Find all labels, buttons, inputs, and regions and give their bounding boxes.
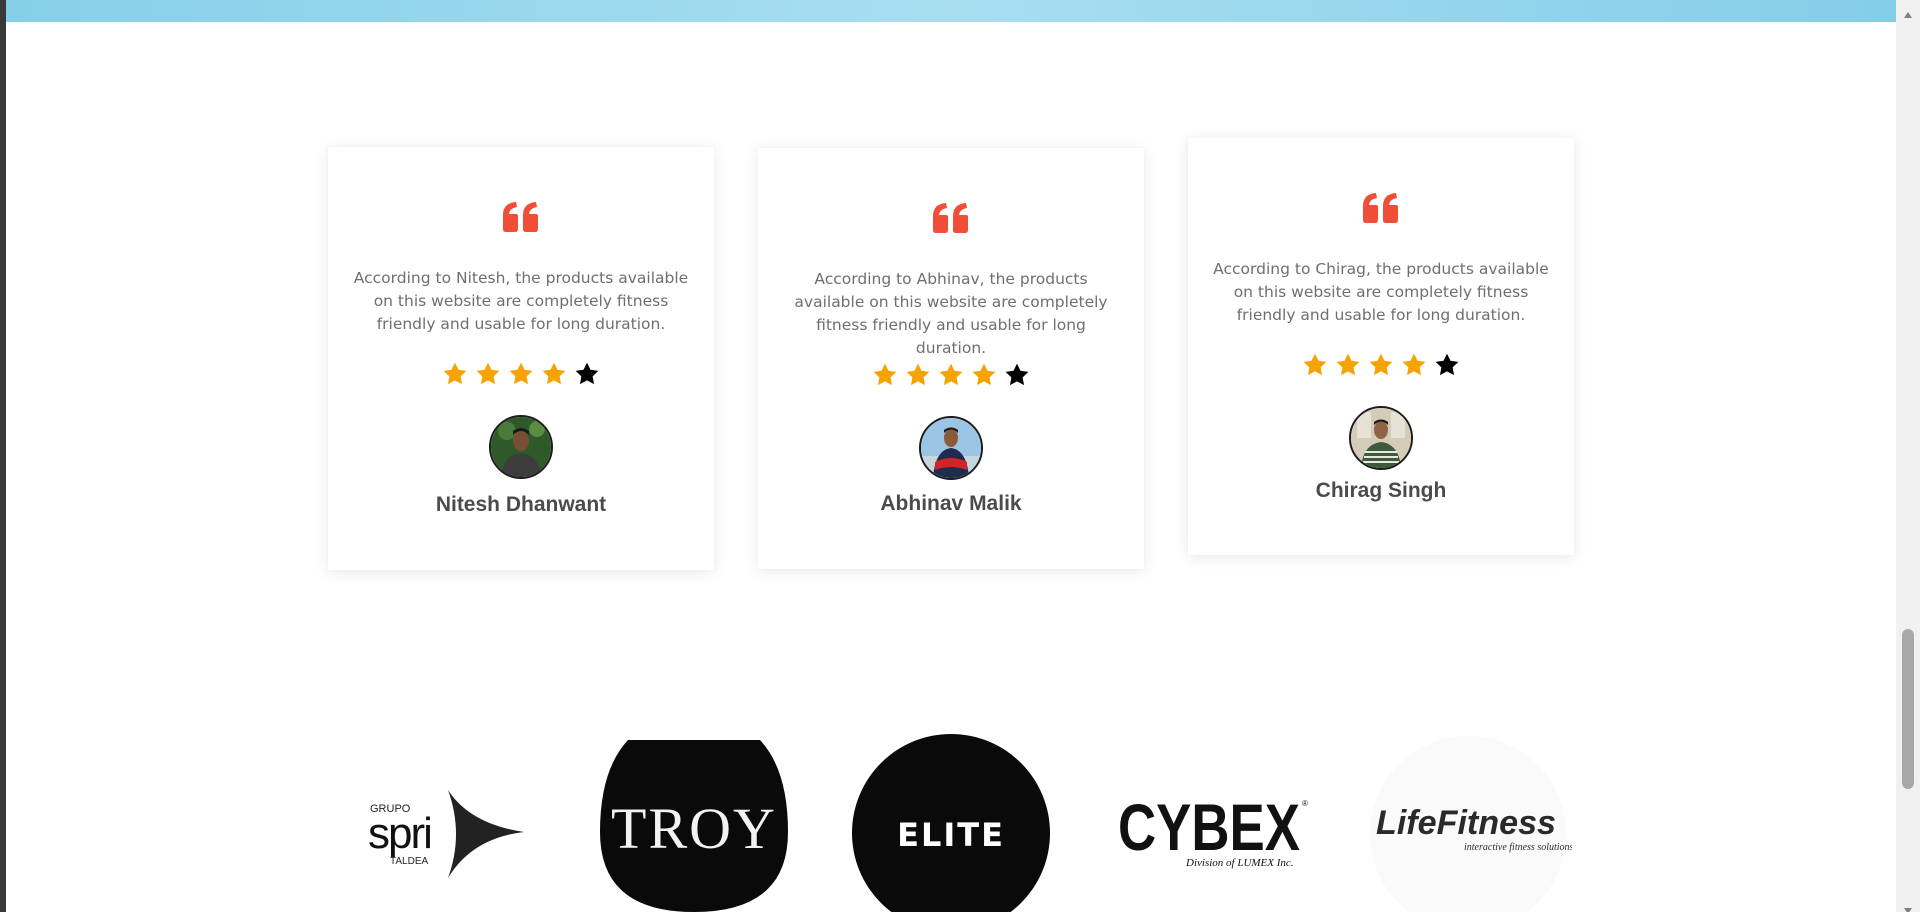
quote-icon (328, 201, 714, 235)
svg-text:interactive fitness solutions: interactive fitness solutions (1464, 842, 1572, 853)
star-empty-icon (1004, 362, 1030, 388)
reviewer-name: Chirag Singh (1315, 479, 1447, 502)
testimonial-card: According to Chirag, the products availa… (1188, 138, 1574, 555)
star-icon (872, 362, 898, 388)
lifefitness-logo: LifeFitness interactive fitness solution… (1364, 736, 1572, 912)
star-icon (1401, 352, 1427, 378)
avatar (489, 415, 553, 479)
star-icon (442, 361, 468, 387)
reviewer-name: Abhinav Malik (880, 492, 1022, 515)
reviewer-name: Nitesh Dhanwant (435, 493, 607, 516)
elite-logo: ELITE (852, 734, 1050, 912)
top-band (6, 0, 1896, 22)
svg-text:LifeFitness: LifeFitness (1376, 804, 1556, 842)
cybex-logo: CYBEX ® Division of LUMEX Inc. (1116, 796, 1312, 872)
vertical-scrollbar[interactable] (1896, 0, 1920, 912)
rating-stars (1188, 352, 1574, 378)
star-icon (508, 361, 534, 387)
page: According to Nitesh, the products availa… (6, 0, 1896, 912)
svg-text:ELITE: ELITE (897, 816, 1005, 854)
spri-logo: GRUPO spri TALDEA (360, 784, 540, 884)
star-empty-icon (574, 361, 600, 387)
svg-text:spri: spri (368, 809, 431, 858)
scrollbar-thumb[interactable] (1902, 629, 1914, 789)
svg-text:CYBEX: CYBEX (1118, 796, 1300, 864)
testimonial-card: According to Nitesh, the products availa… (328, 147, 714, 570)
svg-text:Division of LUMEX Inc.: Division of LUMEX Inc. (1185, 857, 1294, 869)
svg-text:®: ® (1302, 799, 1308, 808)
star-icon (1368, 352, 1394, 378)
quote-icon (758, 202, 1144, 236)
review-text: According to Chirag, the products availa… (1213, 260, 1549, 324)
star-icon (1302, 352, 1328, 378)
rating-stars (758, 362, 1144, 388)
star-icon (971, 362, 997, 388)
review-text: According to Nitesh, the products availa… (353, 269, 689, 333)
testimonial-card: According to Abhinav, the products avail… (758, 148, 1144, 569)
svg-text:TALDEA: TALDEA (390, 856, 428, 867)
avatar (1349, 406, 1413, 470)
review-text: According to Abhinav, the products avail… (794, 270, 1108, 357)
svg-text:TROY: TROY (611, 796, 777, 861)
avatar (919, 416, 983, 480)
star-empty-icon (1434, 352, 1460, 378)
troy-logo: TROY (600, 740, 788, 912)
rating-stars (328, 361, 714, 387)
star-icon (1335, 352, 1361, 378)
star-icon (541, 361, 567, 387)
star-icon (475, 361, 501, 387)
star-icon (938, 362, 964, 388)
star-icon (905, 362, 931, 388)
quote-icon (1188, 192, 1574, 226)
arrow-down-icon[interactable] (1903, 900, 1913, 912)
arrow-up-icon[interactable] (1903, 4, 1913, 18)
